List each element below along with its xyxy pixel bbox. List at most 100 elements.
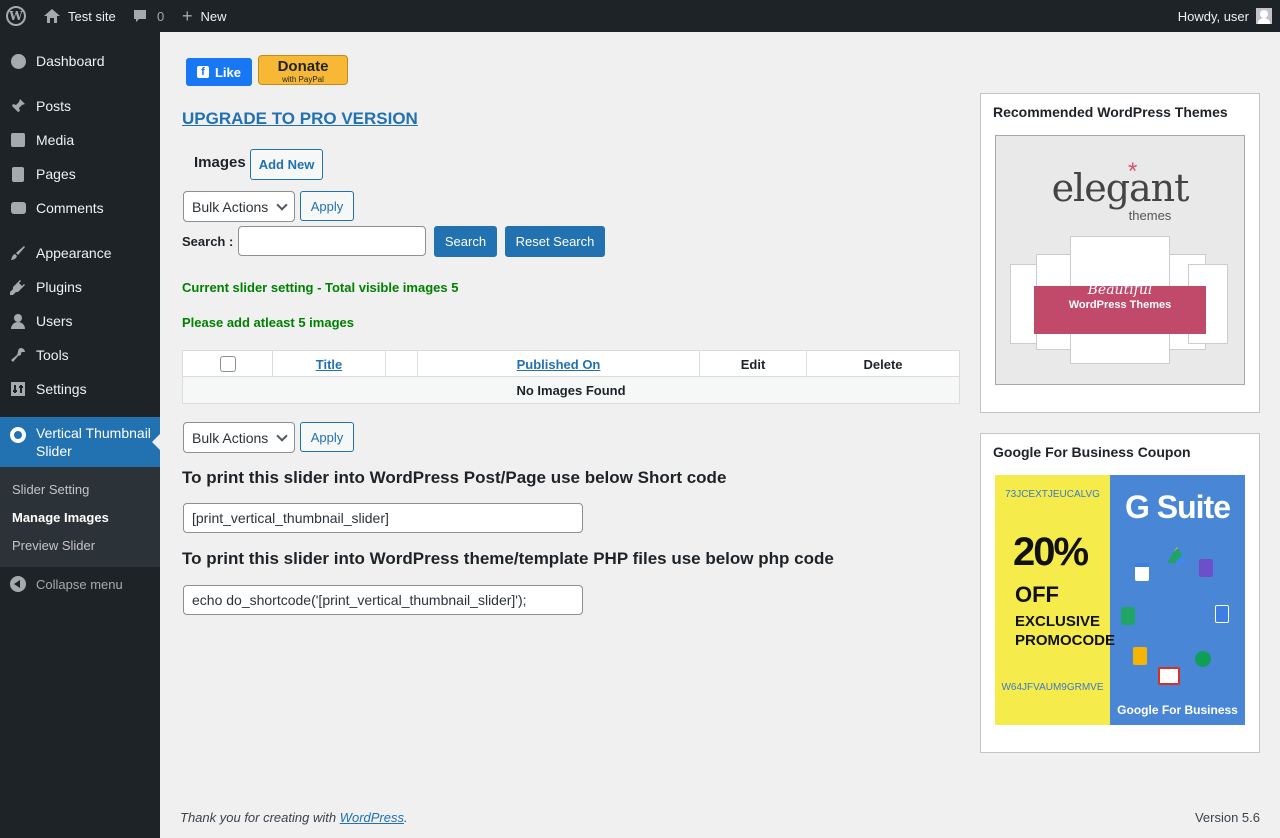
menu-item-pages[interactable]: Pages xyxy=(0,163,160,185)
hangouts-icon xyxy=(1195,651,1211,667)
menu-label: Comments xyxy=(36,200,104,216)
slider-setting-notice: Current slider setting - Total visible i… xyxy=(182,280,459,295)
coupon-promocode: PROMOCODE xyxy=(1015,632,1116,649)
page-title: Images xyxy=(194,154,246,171)
menu-label: Settings xyxy=(36,381,87,397)
facebook-thumb-icon: f xyxy=(196,66,209,78)
howdy-text: Howdy, user xyxy=(1177,8,1249,24)
admin-bar: W Test site 0 + New Howdy, user xyxy=(0,0,1280,32)
wordpress-link[interactable]: WordPress xyxy=(340,810,404,825)
site-name: Test site xyxy=(68,8,116,24)
menu-item-appearance[interactable]: Appearance xyxy=(0,242,160,264)
current-arrow xyxy=(152,434,160,450)
menu-item-settings[interactable]: Settings xyxy=(0,378,160,400)
home-icon xyxy=(44,9,60,23)
shortcode-field[interactable]: [print_vertical_thumbnail_slider] xyxy=(183,503,583,533)
google-for-business-text: Google For Business xyxy=(1117,703,1238,717)
admin-menu: Dashboard Posts Media Pages Comments App… xyxy=(0,32,160,838)
menu-item-media[interactable]: Media xyxy=(0,129,160,151)
media-icon xyxy=(0,133,36,147)
paypal-donate-button[interactable]: Donate with PayPal xyxy=(258,55,348,85)
coupon-percent: 20% xyxy=(1013,530,1089,574)
avatar xyxy=(1256,8,1272,24)
wordpress-logo-menu[interactable]: W xyxy=(6,0,30,32)
submenu: Slider Setting Manage Images Preview Sli… xyxy=(0,467,160,567)
footer-version: Version 5.6 xyxy=(1194,810,1260,825)
collapse-icon xyxy=(10,576,26,592)
apply-button-bottom[interactable]: Apply xyxy=(300,422,354,452)
no-images-message: No Images Found xyxy=(183,377,959,403)
collapse-menu-button[interactable]: Collapse menu xyxy=(0,574,160,594)
column-delete: Delete xyxy=(863,356,903,372)
my-account-link[interactable]: Howdy, user xyxy=(1178,0,1272,32)
bulk-actions-select-bottom[interactable]: Bulk Actions xyxy=(183,422,295,453)
submenu-item-preview-slider[interactable]: Preview Slider xyxy=(12,538,95,553)
google-coupon-widget: Google For Business Coupon 73JCEXTJEUCAL… xyxy=(980,433,1260,753)
settings-icon xyxy=(0,381,36,397)
donate-label: Donate xyxy=(277,58,329,75)
apply-button-top[interactable]: Apply xyxy=(300,191,354,221)
menu-item-comments[interactable]: Comments xyxy=(0,197,160,219)
search-button[interactable]: Search xyxy=(434,226,497,257)
sheets-icon xyxy=(1121,607,1135,625)
menu-label: Posts xyxy=(36,98,72,114)
elegant-themes-banner[interactable]: elegant * themes Beautiful WordPress The… xyxy=(995,135,1245,385)
gmail-icon xyxy=(1158,667,1180,685)
plus-icon: + xyxy=(182,5,193,26)
chevron-down-icon xyxy=(276,430,288,442)
fb-like-label: Like xyxy=(214,64,241,80)
column-title[interactable]: Title xyxy=(273,351,386,377)
recommended-themes-widget: Recommended WordPress Themes elegant * t… xyxy=(980,93,1260,413)
comment-icon xyxy=(0,202,36,214)
menu-label: Users xyxy=(36,313,73,329)
column-published-on[interactable]: Published On xyxy=(418,351,700,377)
docs-icon xyxy=(1215,605,1229,623)
menu-item-posts[interactable]: Posts xyxy=(0,95,160,117)
brush-icon xyxy=(0,245,36,261)
star-icon: * xyxy=(1128,158,1138,185)
search-input[interactable] xyxy=(238,226,426,256)
menu-label: Vertical Thumbnail Slider xyxy=(36,425,151,459)
gsuite-coupon-banner[interactable]: 73JCEXTJEUCALVG 20% OFF EXCLUSIVE PROMOC… xyxy=(995,475,1245,725)
menu-label: Appearance xyxy=(36,245,112,261)
donate-sublabel: with PayPal xyxy=(282,75,324,84)
upgrade-pro-link[interactable]: UPGRADE TO PRO VERSION xyxy=(182,109,418,129)
php-code-field[interactable]: echo do_shortcode('[print_vertical_thumb… xyxy=(183,585,583,615)
plug-icon xyxy=(0,279,36,295)
main-content: f Like Donate with PayPal UPGRADE TO PRO… xyxy=(160,32,1280,838)
calendar-icon xyxy=(1135,563,1149,581)
menu-label: Dashboard xyxy=(36,53,105,69)
new-label: New xyxy=(200,8,227,24)
menu-item-plugins[interactable]: Plugins xyxy=(0,276,160,298)
table-header: Title Published On Edit Delete xyxy=(183,351,959,377)
search-label: Search : xyxy=(182,234,234,249)
wordpress-logo-icon: W xyxy=(6,6,26,26)
new-content-link[interactable]: + New xyxy=(182,0,227,32)
forms-icon xyxy=(1199,559,1213,577)
dashboard-icon xyxy=(0,53,36,69)
site-name-link[interactable]: Test site xyxy=(44,0,116,32)
reset-search-button[interactable]: Reset Search xyxy=(505,226,605,257)
menu-item-vertical-thumbnail-slider[interactable]: Vertical Thumbnail Slider xyxy=(0,417,160,467)
pin-icon xyxy=(0,98,36,114)
comment-icon xyxy=(133,9,147,23)
menu-item-users[interactable]: Users xyxy=(0,310,160,332)
select-all-checkbox[interactable] xyxy=(219,356,236,372)
submenu-item-manage-images[interactable]: Manage Images xyxy=(12,510,109,525)
bulk-actions-value: Bulk Actions xyxy=(192,198,269,215)
submenu-item-slider-setting[interactable]: Slider Setting xyxy=(12,482,89,497)
comments-link[interactable]: 0 xyxy=(133,0,164,32)
menu-item-dashboard[interactable]: Dashboard xyxy=(0,50,160,72)
add-new-button[interactable]: Add New xyxy=(250,149,323,180)
add-images-notice: Please add atleast 5 images xyxy=(182,315,354,330)
bulk-actions-select-top[interactable]: Bulk Actions xyxy=(183,191,295,222)
menu-label: Media xyxy=(36,132,75,148)
column-edit: Edit xyxy=(700,351,807,377)
coupon-code-top: 73JCEXTJEUCALVG xyxy=(1005,489,1100,500)
images-table: Title Published On Edit Delete No Images… xyxy=(182,350,960,404)
menu-item-tools[interactable]: Tools xyxy=(0,344,160,366)
facebook-like-button[interactable]: f Like xyxy=(186,58,252,86)
user-icon xyxy=(0,313,36,329)
wrench-icon xyxy=(0,347,36,363)
footer-suffix: . xyxy=(404,810,408,825)
